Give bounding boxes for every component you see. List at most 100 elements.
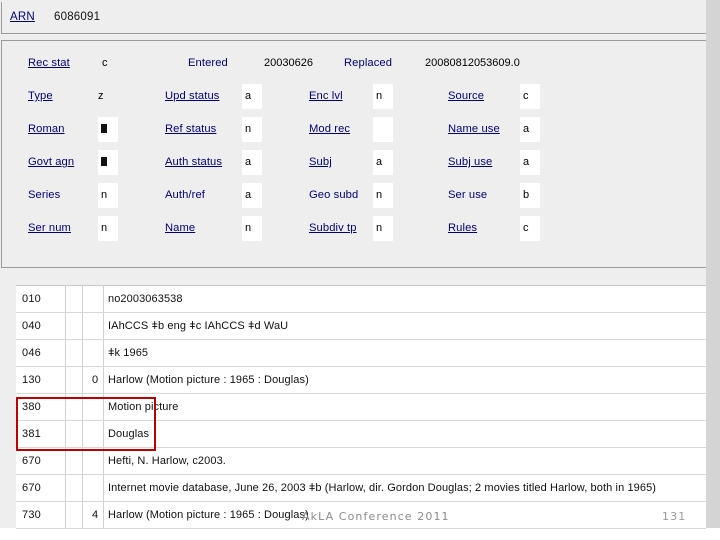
fixed-field-label-enc-lvl[interactable]: Enc lvl [309, 90, 343, 102]
fixed-field-value-source[interactable]: c [520, 84, 540, 109]
marc-field-data[interactable]: Motion picture [108, 401, 702, 413]
fixed-field-label-auth-ref: Auth/ref [165, 189, 205, 201]
marc-tag[interactable]: 670 [22, 482, 64, 494]
arn-bar: ARN 6086091 [1, 2, 707, 34]
variable-field-row[interactable]: 670 Internet movie database, June 26, 200… [16, 475, 706, 502]
fixed-field-label-series: Series [28, 189, 60, 201]
marc-field-data[interactable]: Internet movie database, June 26, 2003 ǂ… [108, 482, 702, 494]
fixed-field-row: Series n Auth/ref a Geo subd n Ser use b [2, 181, 706, 214]
fixed-field-label-subdiv-tp[interactable]: Subdiv tp [309, 222, 357, 234]
slide-footer: AkLA Conference 2011 131 [0, 505, 720, 540]
fixed-field-value-auth-status[interactable]: a [242, 150, 262, 175]
blank-space-indicator-icon [101, 157, 107, 166]
variable-field-row[interactable]: 010 no2003063538 [16, 286, 706, 313]
fixed-field-value-subj-use[interactable]: a [520, 150, 540, 175]
column-divider [65, 448, 66, 474]
column-divider [65, 286, 66, 312]
fixed-field-label-ser-num[interactable]: Ser num [28, 222, 71, 234]
column-divider [103, 286, 104, 312]
fixed-field-label-replaced: Replaced [344, 57, 392, 69]
fixed-field-row: Type z Upd status a Enc lvl n Source c [2, 82, 706, 115]
fixed-field-value-subj[interactable]: a [373, 150, 393, 175]
fixed-field-value-ser-use[interactable]: b [520, 183, 540, 208]
fixed-field-label-mod-rec[interactable]: Mod rec [309, 123, 350, 135]
column-divider [82, 394, 83, 420]
column-divider [65, 340, 66, 366]
marc-field-data[interactable]: Douglas [108, 428, 702, 440]
variable-field-row[interactable]: 381 Douglas [16, 421, 706, 448]
column-divider [82, 286, 83, 312]
marc-tag[interactable]: 130 [22, 374, 64, 386]
fixed-field-row: Roman Ref status n Mod rec Name use a [2, 115, 706, 148]
variable-field-row[interactable]: 130 0 Harlow (Motion picture : 1965 : Doug… [16, 367, 706, 394]
column-divider [103, 367, 104, 393]
fixed-field-value-roman[interactable] [98, 117, 118, 142]
column-divider [103, 421, 104, 447]
fixed-field-label-govt-agn[interactable]: Govt agn [28, 156, 74, 168]
variable-field-table: 010 no2003063538 040 IAhCCS ǂb eng ǂc IAhCC… [16, 285, 706, 529]
fixed-field-value-upd-status[interactable]: a [242, 84, 262, 109]
marc-tag[interactable]: 046 [22, 347, 64, 359]
marc-field-data[interactable]: no2003063538 [108, 293, 702, 305]
column-divider [65, 313, 66, 339]
marc-tag[interactable]: 040 [22, 320, 64, 332]
column-divider [82, 475, 83, 501]
marc-tag[interactable]: 380 [22, 401, 64, 413]
fixed-field-label-rec-stat[interactable]: Rec stat [28, 57, 70, 69]
marc-field-data[interactable]: IAhCCS ǂb eng ǂc IAhCCS ǂd WaU [108, 320, 702, 332]
fixed-field-label-ref-status[interactable]: Ref status [165, 123, 216, 135]
fixed-field-label-name[interactable]: Name [165, 222, 195, 234]
fixed-field-value-type[interactable]: z [98, 84, 104, 109]
marc-indicator-2[interactable]: 0 [88, 374, 102, 386]
fixed-field-value-ser-num[interactable]: n [98, 216, 118, 241]
variable-field-row[interactable]: 040 IAhCCS ǂb eng ǂc IAhCCS ǂd WaU [16, 313, 706, 340]
variable-field-row[interactable]: 670 Hefti, N. Harlow, c2003. [16, 448, 706, 475]
fixed-field-value-entered[interactable]: 20030626 [264, 51, 313, 76]
variable-field-row[interactable]: 046 ǂk 1965 [16, 340, 706, 367]
marc-field-data[interactable]: Hefti, N. Harlow, c2003. [108, 455, 702, 467]
fixed-field-value-enc-lvl[interactable]: n [373, 84, 393, 109]
column-divider [65, 421, 66, 447]
column-divider [65, 367, 66, 393]
fixed-field-label-geo-subd: Geo subd [309, 189, 358, 201]
footer-page-number: 131 [662, 510, 686, 523]
fixed-field-value-govt-agn[interactable] [98, 150, 118, 175]
fixed-field-value-ref-status[interactable]: n [242, 117, 262, 142]
fixed-field-value-subdiv-tp[interactable]: n [373, 216, 393, 241]
fixed-field-row: Rec statcEntered20030626Replaced20080812… [2, 49, 706, 82]
fixed-field-value-mod-rec[interactable] [373, 117, 393, 142]
fixed-field-value-rules[interactable]: c [520, 216, 540, 241]
fixed-field-label-name-use[interactable]: Name use [448, 123, 500, 135]
marc-field-data[interactable]: Harlow (Motion picture : 1965 : Douglas) [108, 374, 702, 386]
fixed-field-label-ser-use: Ser use [448, 189, 487, 201]
arn-value: 6086091 [54, 11, 100, 23]
fixed-field-label-rules[interactable]: Rules [448, 222, 477, 234]
fixed-field-label-subj-use[interactable]: Subj use [448, 156, 492, 168]
column-divider [65, 475, 66, 501]
fixed-field-label-source[interactable]: Source [448, 90, 484, 102]
fixed-field-value-name[interactable]: n [242, 216, 262, 241]
variable-field-row[interactable]: 380 Motion picture [16, 394, 706, 421]
column-divider [103, 448, 104, 474]
footer-conference-text: AkLA Conference 2011 [302, 510, 450, 523]
arn-label[interactable]: ARN [10, 11, 35, 23]
fixed-field-value-geo-subd[interactable]: n [373, 183, 393, 208]
fixed-field-label-upd-status[interactable]: Upd status [165, 90, 219, 102]
marc-tag[interactable]: 381 [22, 428, 64, 440]
fixed-field-label-auth-status[interactable]: Auth status [165, 156, 222, 168]
column-divider [103, 340, 104, 366]
fixed-field-label-roman[interactable]: Roman [28, 123, 65, 135]
fixed-field-value-name-use[interactable]: a [520, 117, 540, 142]
fixed-field-value-series[interactable]: n [98, 183, 118, 208]
fixed-field-label-type[interactable]: Type [28, 90, 53, 102]
fixed-field-row: Ser num n Name n Subdiv tp n Rules c [2, 214, 706, 247]
fixed-field-value-auth-ref[interactable]: a [242, 183, 262, 208]
marc-tag[interactable]: 670 [22, 455, 64, 467]
marc-tag[interactable]: 010 [22, 293, 64, 305]
fixed-field-label-subj[interactable]: Subj [309, 156, 332, 168]
column-divider [82, 448, 83, 474]
fixed-field-value-replaced[interactable]: 20080812053609.0 [425, 51, 520, 76]
marc-field-data[interactable]: ǂk 1965 [108, 347, 702, 359]
fixed-field-value-rec-stat[interactable]: c [102, 51, 108, 76]
fixed-field-panel: Rec statcEntered20030626Replaced20080812… [1, 40, 707, 268]
